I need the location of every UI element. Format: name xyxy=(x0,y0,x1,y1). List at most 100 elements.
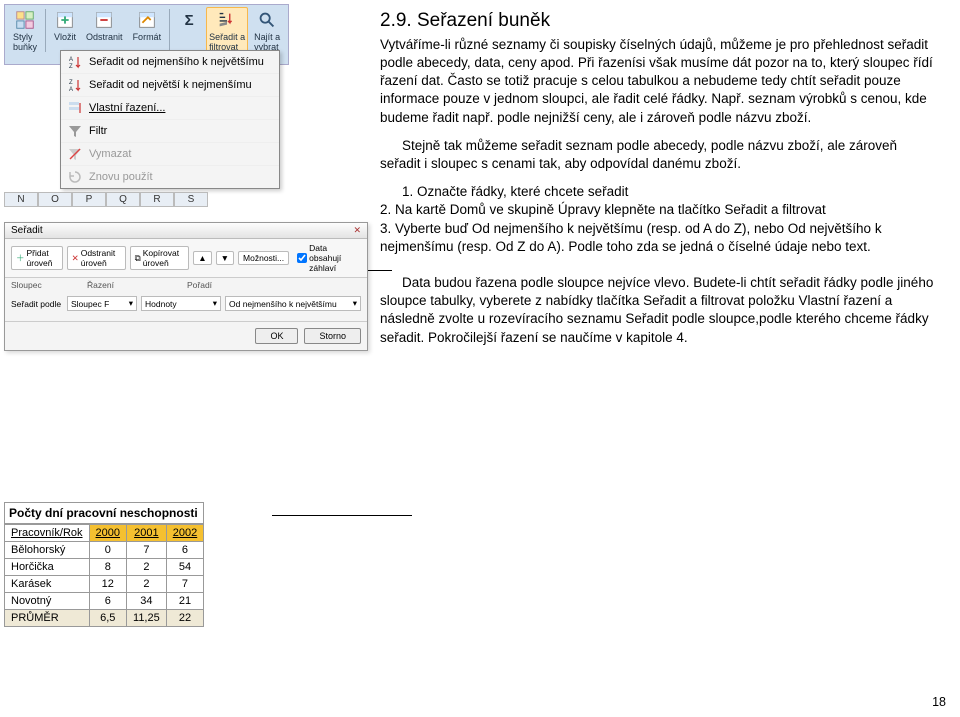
menu-item-sort-desc[interactable]: ZA Seřadit od největší k nejmenšímu xyxy=(61,73,279,96)
sort-dialog: Seřadit ✕ ＋Přidat úroveň ✕Odstranit úrov… xyxy=(4,222,368,351)
svg-text:Z: Z xyxy=(69,64,73,70)
table-cell: 2 xyxy=(127,559,167,576)
sort-dropdown-menu: AZ Seřadit od nejmenšího k největšímu ZA… xyxy=(60,50,280,189)
menu-item-label: Seřadit od nejmenšího k největšímu xyxy=(89,56,264,68)
autosum-icon: Σ xyxy=(178,9,200,31)
cancel-button[interactable]: Storno xyxy=(304,328,361,344)
chevron-down-icon: ▾ xyxy=(213,298,217,309)
ribbon-label: Odstranit xyxy=(86,32,123,42)
sheet-column-header[interactable]: R xyxy=(140,192,174,207)
paragraph: Vytváříme-li různé seznamy či soupisky č… xyxy=(380,36,940,127)
svg-text:A: A xyxy=(69,57,73,63)
paragraph: Data budou řazena podle sloupce nejvíce … xyxy=(380,274,940,347)
table-row: Novotný 6 34 21 xyxy=(5,593,204,610)
move-down-button[interactable]: ▼ xyxy=(216,251,234,265)
button-label: Přidat úroveň xyxy=(27,248,58,268)
filter-icon xyxy=(67,123,83,139)
arrow-up-icon: ▲ xyxy=(198,253,206,263)
table-cell: 7 xyxy=(127,542,167,559)
ribbon-label: Formát xyxy=(133,32,162,42)
dialog-column-header: Pořadí xyxy=(187,280,361,290)
button-label: Storno xyxy=(319,331,346,341)
button-label: Možnosti... xyxy=(243,253,284,263)
table-header: Pracovník/Rok xyxy=(5,525,90,542)
cell-styles-icon xyxy=(14,9,36,31)
document-text: 2.9. Seřazení buněk Vytváříme-li různé s… xyxy=(380,8,940,357)
copy-icon: ⧉ xyxy=(135,253,141,264)
sheet-column-header[interactable]: P xyxy=(72,192,106,207)
sort-asc-icon: AZ xyxy=(67,54,83,70)
options-button[interactable]: Možnosti... xyxy=(238,251,289,265)
dialog-column-header: Řazení xyxy=(87,280,187,290)
table-cell: 22 xyxy=(166,610,203,627)
ribbon-button-odstranit[interactable]: Odstranit xyxy=(82,7,127,54)
sort-on-select[interactable]: Hodnoty▾ xyxy=(141,296,221,311)
table-cell: Novotný xyxy=(5,593,90,610)
table-row: Horčička 8 2 54 xyxy=(5,559,204,576)
sort-filter-icon xyxy=(216,9,238,31)
table-cell: 34 xyxy=(127,593,167,610)
button-label: OK xyxy=(270,331,283,341)
close-icon[interactable]: ✕ xyxy=(353,225,361,236)
menu-item-custom-sort[interactable]: Vlastní řazení... xyxy=(61,96,279,119)
find-icon xyxy=(256,9,278,31)
delete-cells-icon xyxy=(93,9,115,31)
chevron-down-icon: ▾ xyxy=(353,298,357,309)
ribbon-label: Najít a vybrat xyxy=(254,32,280,52)
table-header: 2000 xyxy=(89,525,126,542)
table-cell: 21 xyxy=(166,593,203,610)
sort-order-select[interactable]: Od nejmenšího k největšímu ▾ xyxy=(225,296,361,311)
menu-item-label: Znovu použít xyxy=(89,171,153,183)
menu-item-label: Seřadit od největší k nejmenšímu xyxy=(89,79,252,91)
ribbon-button-format[interactable]: Formát xyxy=(129,7,166,54)
plus-icon: ＋ xyxy=(16,252,25,264)
menu-item-clear: Vymazat xyxy=(61,142,279,165)
checkbox-input[interactable] xyxy=(297,253,307,263)
ribbon-button-find[interactable]: Najít a vybrat xyxy=(250,7,284,54)
ribbon-button-styly[interactable]: Styly buňky xyxy=(9,7,41,54)
sheet-column-header[interactable]: Q xyxy=(106,192,140,207)
ribbon-button-vlozit[interactable]: Vložit xyxy=(50,7,80,54)
table-caption: Počty dní pracovní neschopnosti xyxy=(4,502,204,524)
ribbon-button-autosum[interactable]: Σ xyxy=(174,7,204,54)
sheet-column-header[interactable]: N xyxy=(4,192,38,207)
insert-cells-icon xyxy=(54,9,76,31)
header-checkbox[interactable]: Data obsahují záhlaví xyxy=(297,243,361,273)
button-label: Odstranit úroveň xyxy=(81,248,121,268)
table-row: Bělohorský 0 7 6 xyxy=(5,542,204,559)
table-cell: 6 xyxy=(166,542,203,559)
ok-button[interactable]: OK xyxy=(255,328,298,344)
absence-data-table: Počty dní pracovní neschopnosti Pracovní… xyxy=(4,502,204,627)
table-cell: 7 xyxy=(166,576,203,593)
clear-filter-icon xyxy=(67,146,83,162)
x-icon: ✕ xyxy=(72,253,79,264)
table-row: Karásek 12 2 7 xyxy=(5,576,204,593)
page-number: 18 xyxy=(932,695,946,709)
table-header: 2001 xyxy=(127,525,167,542)
table-cell: Bělohorský xyxy=(5,542,90,559)
sheet-column-header[interactable]: S xyxy=(174,192,208,207)
custom-sort-icon xyxy=(67,100,83,116)
table-cell: 2 xyxy=(127,576,167,593)
section-heading: 2.9. Seřazení buněk xyxy=(380,8,940,34)
table-header: 2002 xyxy=(166,525,203,542)
copy-level-button[interactable]: ⧉Kopírovat úroveň xyxy=(130,246,190,270)
paragraph: Stejně tak můžeme seřadit seznam podle a… xyxy=(380,137,940,173)
table-cell: 8 xyxy=(89,559,126,576)
table-cell: 54 xyxy=(166,559,203,576)
dialog-title: Seřadit xyxy=(11,225,43,236)
menu-item-filter[interactable]: Filtr xyxy=(61,119,279,142)
sort-column-select[interactable]: Sloupec F▾ xyxy=(67,296,137,311)
add-level-button[interactable]: ＋Přidat úroveň xyxy=(11,246,63,270)
table-cell: 6 xyxy=(89,593,126,610)
delete-level-button[interactable]: ✕Odstranit úroveň xyxy=(67,246,126,270)
format-cells-icon xyxy=(136,9,158,31)
menu-item-label: Filtr xyxy=(89,125,107,137)
move-up-button[interactable]: ▲ xyxy=(193,251,211,265)
dialog-titlebar: Seřadit ✕ xyxy=(5,223,367,239)
ribbon-button-sort-filter[interactable]: Seřadit a filtrovat xyxy=(206,7,248,54)
select-value: Od nejmenšího k největšímu xyxy=(229,299,337,309)
checkbox-label: Data obsahují záhlaví xyxy=(309,243,361,273)
menu-item-sort-asc[interactable]: AZ Seřadit od nejmenšího k největšímu xyxy=(61,51,279,73)
sheet-column-header[interactable]: O xyxy=(38,192,72,207)
